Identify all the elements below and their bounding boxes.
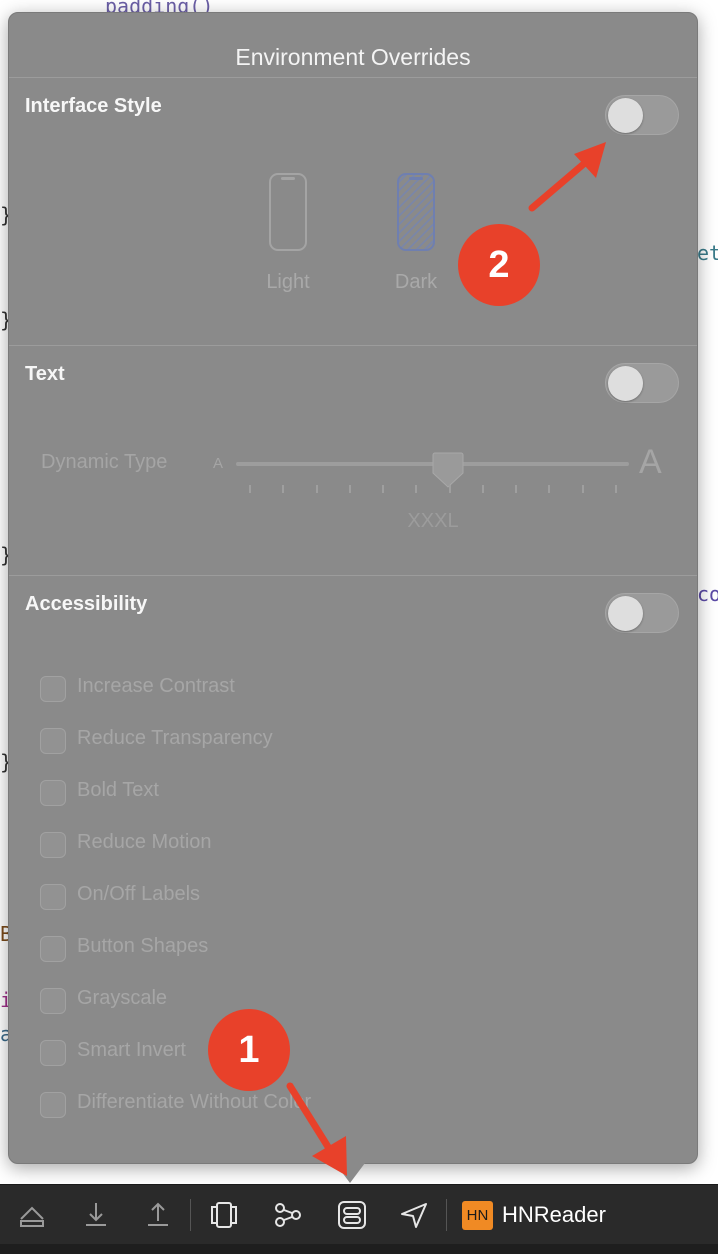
annotation-badge-1: 1 (208, 1009, 290, 1091)
scheme-name[interactable]: HNReader (502, 1202, 606, 1228)
bottom-strip (0, 1244, 718, 1254)
environment-overrides-icon[interactable] (336, 1199, 368, 1231)
arrow-to-overrides-button (286, 1082, 334, 1154)
app-icon[interactable]: HN (462, 1201, 493, 1230)
debug-toolbar: HN HNReader (0, 1184, 718, 1245)
arrow-to-interface-toggle (528, 158, 590, 212)
annotation-arrows (286, 142, 606, 1176)
toolbar-separator (190, 1199, 191, 1231)
step-into-icon[interactable] (80, 1199, 112, 1231)
simulate-location-icon[interactable] (398, 1199, 430, 1231)
annotation-badge-2: 2 (458, 224, 540, 306)
toolbar-separator (446, 1199, 447, 1231)
step-out-icon[interactable] (142, 1199, 174, 1231)
arrowhead-1 (312, 1136, 347, 1176)
hide-debug-area-icon[interactable] (16, 1199, 48, 1231)
view-debugger-icon[interactable] (208, 1199, 240, 1231)
memory-graph-icon[interactable] (272, 1199, 304, 1231)
